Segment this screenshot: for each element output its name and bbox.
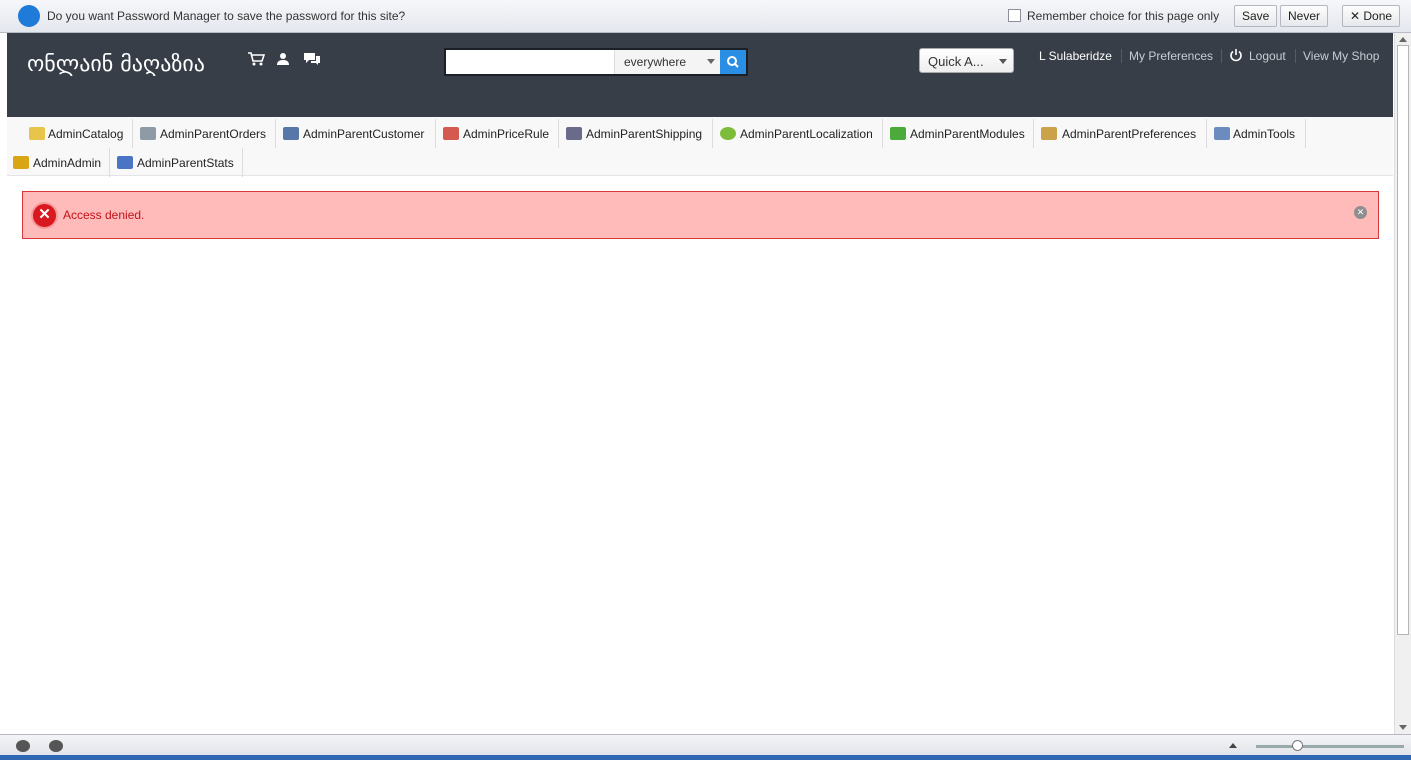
admin-search: everywhere <box>444 48 748 76</box>
truck-icon <box>566 127 582 140</box>
menu-item-admin-catalog[interactable]: AdminCatalog <box>23 119 133 148</box>
menu-item-admin-parent-stats[interactable]: AdminParentStats <box>111 148 243 177</box>
remember-choice-label: Remember choice for this page only <box>1027 9 1220 23</box>
cart-icon <box>140 127 156 140</box>
quick-access-label: Quick A... <box>928 54 984 69</box>
menu-item-admin-parent-orders[interactable]: AdminParentOrders <box>134 119 276 148</box>
search-icon <box>727 56 739 68</box>
search-scope-value: everywhere <box>624 55 687 69</box>
folder-icon <box>29 127 45 140</box>
zoom-slider-handle[interactable] <box>1292 740 1303 751</box>
menu-item-label: AdminParentLocalization <box>740 127 873 141</box>
menu-item-label: AdminParentPreferences <box>1062 127 1197 141</box>
close-icon[interactable]: ✕ <box>1354 206 1367 219</box>
header-separator <box>1295 49 1296 63</box>
menu-item-label: AdminAdmin <box>33 156 102 170</box>
quick-access-dropdown[interactable]: Quick A... <box>919 48 1014 73</box>
menu-item-label: AdminParentShipping <box>586 127 703 141</box>
person-icon <box>283 127 299 140</box>
menu-item-admin-tools[interactable]: AdminTools <box>1208 119 1306 148</box>
price-rule-icon <box>443 127 459 140</box>
menu-item-label: AdminParentModules <box>910 127 1025 141</box>
cloud-icon[interactable] <box>16 740 30 752</box>
error-alert: ✕ Access denied. ✕ <box>22 191 1379 239</box>
scroll-down-icon[interactable] <box>1399 725 1407 730</box>
globe-icon <box>720 127 736 140</box>
search-scope-select[interactable]: everywhere <box>614 50 720 74</box>
scrollbar-thumb[interactable] <box>1397 45 1409 635</box>
menu-item-label: AdminParentOrders <box>160 127 267 141</box>
never-save-button[interactable]: Never <box>1280 5 1329 27</box>
bar-chart-icon <box>117 156 133 169</box>
customers-icon[interactable] <box>275 51 293 67</box>
logout-link[interactable]: Logout <box>1249 49 1286 63</box>
messages-icon[interactable] <box>303 51 321 67</box>
password-prompt-text: Do you want Password Manager to save the… <box>47 9 406 23</box>
orders-cart-icon[interactable] <box>247 51 265 67</box>
error-icon: ✕ <box>31 202 58 229</box>
menu-item-label: AdminTools <box>1233 127 1296 141</box>
wrench-icon <box>1214 127 1230 140</box>
view-my-shop-link[interactable]: View My Shop <box>1303 49 1379 63</box>
remember-choice-checkbox[interactable] <box>1008 9 1021 22</box>
menu-item-admin-price-rule[interactable]: AdminPriceRule <box>437 119 559 148</box>
user-name: L Sulaberidze <box>1039 49 1112 63</box>
header-separator <box>1121 49 1122 63</box>
done-button[interactable]: ✕ Done <box>1342 5 1401 27</box>
menu-item-label: AdminCatalog <box>48 127 124 141</box>
zoom-slider-track[interactable] <box>1256 745 1404 748</box>
error-message: Access denied. <box>63 208 145 222</box>
menu-item-label: AdminParentStats <box>137 156 234 170</box>
menu-item-admin-parent-modules[interactable]: AdminParentModules <box>884 119 1034 148</box>
chevron-down-icon <box>999 59 1007 64</box>
menu-item-admin-parent-localization[interactable]: AdminParentLocalization <box>714 119 883 148</box>
admin-main-menu: AdminCatalog AdminParentOrders AdminPare… <box>7 117 1393 177</box>
key-icon <box>13 156 29 169</box>
menu-item-admin-parent-preferences[interactable]: AdminParentPreferences <box>1035 119 1207 148</box>
menu-item-label: AdminPriceRule <box>463 127 550 141</box>
menu-item-admin-parent-customer[interactable]: AdminParentCustomer <box>277 119 436 148</box>
save-password-button[interactable]: Save <box>1234 5 1278 27</box>
puzzle-icon <box>890 127 906 140</box>
search-input[interactable] <box>446 50 614 74</box>
my-preferences-link[interactable]: My Preferences <box>1129 49 1213 63</box>
password-key-icon <box>18 5 40 27</box>
preferences-icon <box>1041 127 1057 140</box>
password-manager-bar: Do you want Password Manager to save the… <box>0 0 1411 33</box>
menu-item-label: AdminParentCustomer <box>303 127 425 141</box>
zoom-toggle-icon[interactable] <box>1229 743 1237 748</box>
menu-item-admin-admin[interactable]: AdminAdmin <box>7 148 110 177</box>
chevron-down-icon <box>707 59 715 64</box>
power-icon[interactable] <box>1229 48 1243 62</box>
page-scrollbar[interactable] <box>1394 33 1411 734</box>
header-separator <box>1221 49 1222 63</box>
shop-logo[interactable]: ონლაინ მაღაზია <box>27 52 205 77</box>
speed-dial-icon[interactable] <box>49 740 63 752</box>
taskbar-strip <box>0 755 1411 760</box>
admin-header: ონლაინ მაღაზია everywhere Quick A... L S… <box>7 33 1393 117</box>
search-button[interactable] <box>720 50 746 74</box>
menu-item-admin-parent-shipping[interactable]: AdminParentShipping <box>560 119 713 148</box>
scroll-up-icon[interactable] <box>1399 37 1407 42</box>
